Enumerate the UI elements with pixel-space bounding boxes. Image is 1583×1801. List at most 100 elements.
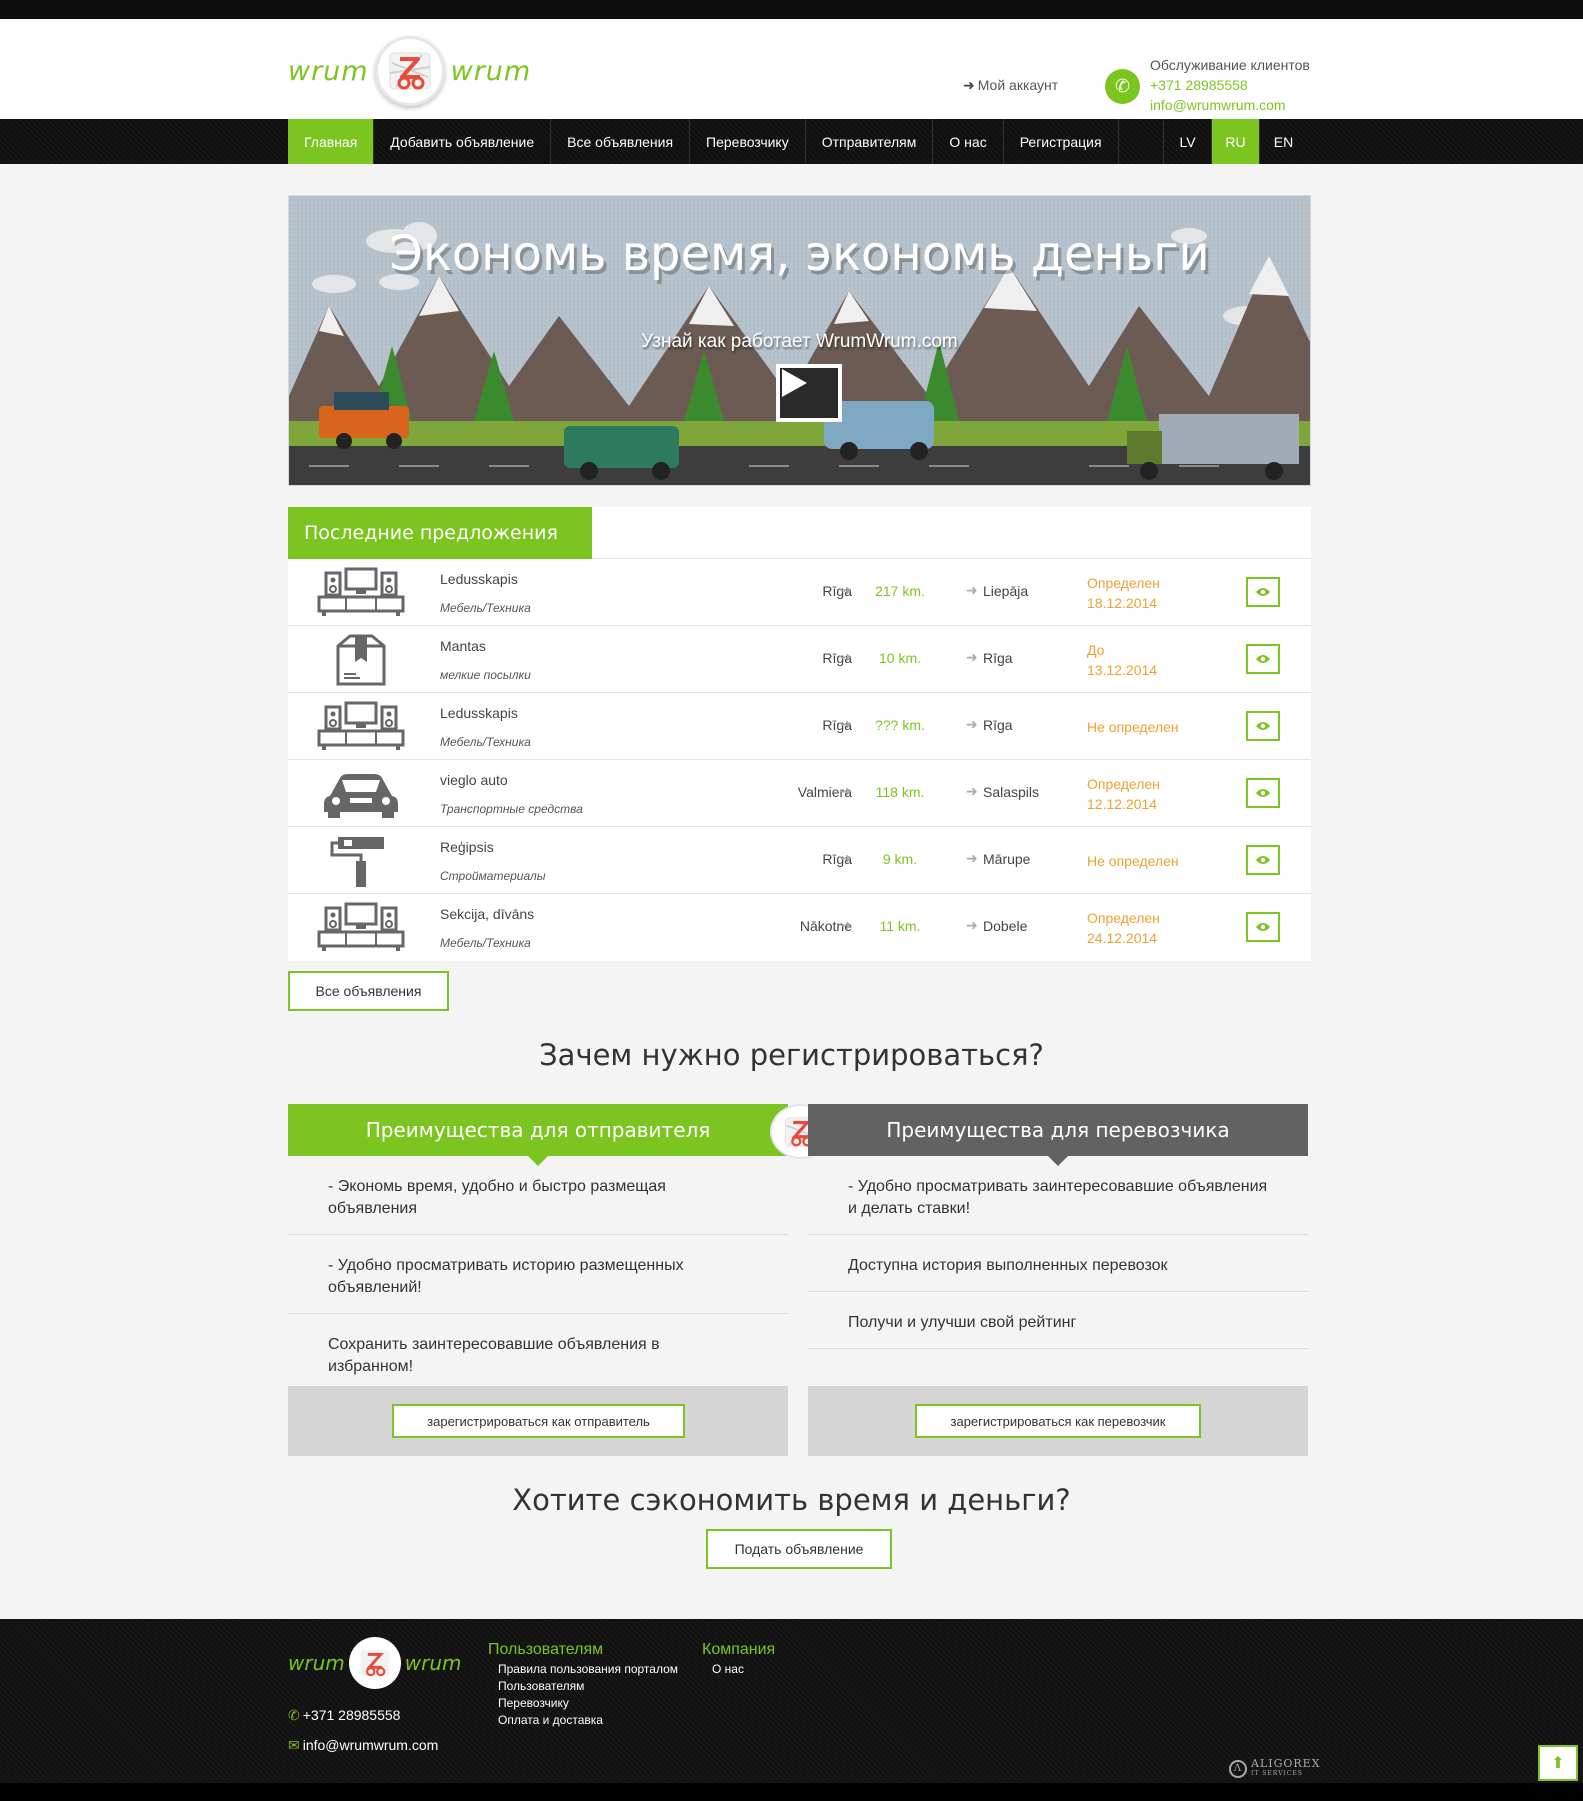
arrow-right-icon: ➜ — [966, 716, 978, 732]
footer-email-text: info@wrumwrum.com — [302, 1737, 439, 1753]
hero-title: Экономь время, экономь деньги — [389, 226, 1210, 282]
offer-row[interactable]: vieglo auto Транспортные средства Valmiera… — [288, 760, 1311, 827]
offer-row[interactable]: Ledusskapis Мебель/Техника Rīga ➜ 217 km. ➜ Li… — [288, 559, 1311, 626]
carrier-benefits: Преимущества для перевозчика - Удобно пр… — [808, 1104, 1308, 1456]
offer-category: Стройматериалы — [440, 869, 546, 883]
offer-distance: 118 km. — [875, 784, 925, 800]
footer-link[interactable]: Пользователям — [488, 1678, 678, 1695]
language-option[interactable]: LV — [1163, 119, 1211, 164]
sender-register-panel: зарегистрироваться как отправитель — [288, 1386, 788, 1456]
sender-benefit: Сохранить заинтересовавшие объявления в … — [288, 1314, 788, 1393]
view-offer-button[interactable] — [1246, 912, 1280, 942]
register-carrier-button[interactable]: зарегистрироваться как перевозчик — [915, 1404, 1201, 1438]
footer-link[interactable]: Оплата и доставка — [488, 1712, 678, 1729]
nav-item[interactable]: Отправителям — [806, 119, 934, 164]
all-ads-button[interactable]: Все объявления — [288, 971, 449, 1011]
view-offer-button[interactable] — [1246, 644, 1280, 674]
support-email[interactable]: info@wrumwrum.com — [1150, 95, 1310, 115]
nav-item[interactable]: Перевозчику — [690, 119, 806, 164]
offer-date-status: Определен — [1087, 575, 1160, 591]
phone-icon: ✆ — [288, 1707, 300, 1723]
offer-date-value: 24.12.2014 — [1087, 930, 1158, 946]
logo-word-left: wrum — [288, 1651, 345, 1675]
offer-name[interactable]: Ledusskapis — [440, 571, 518, 587]
offer-to: Dobele — [983, 918, 1028, 934]
offer-date-status: Определен — [1087, 910, 1160, 926]
latest-offers: Последние предложения Ledusskapis Мебель/… — [288, 507, 1311, 961]
arrow-right-icon: ➜ — [966, 783, 978, 799]
offer-date-status: Определен — [1087, 776, 1160, 792]
nav-item[interactable]: Добавить объявление — [374, 119, 552, 164]
offers-title: Последние предложения — [288, 507, 592, 559]
offer-distance: ??? km. — [875, 717, 925, 733]
offer-date-value: 18.12.2014 — [1087, 595, 1158, 611]
nav-item[interactable]: Главная — [288, 119, 375, 164]
language-option[interactable]: RU — [1211, 119, 1259, 164]
support-phone[interactable]: +371 28985558 — [1150, 75, 1310, 95]
offer-name[interactable]: Reģipsis — [440, 839, 494, 855]
site-logo[interactable]: wrum wrum — [288, 33, 540, 109]
view-offer-button[interactable] — [1246, 778, 1280, 808]
footer-link[interactable]: Перевозчику — [488, 1695, 678, 1712]
carrier-benefit: Получи и улучши свой рейтинг — [808, 1292, 1308, 1349]
scroll-to-top-button[interactable]: ⬆ — [1538, 1745, 1578, 1781]
language-switcher: LV RU EN — [1163, 119, 1307, 164]
footer-email[interactable]: ✉ info@wrumwrum.com — [288, 1737, 438, 1754]
hero-subtitle: Узнай как работает WrumWrum.com — [641, 331, 958, 352]
post-ad-button[interactable]: Подать объявление — [706, 1529, 892, 1569]
site-header: wrum wrum ➜ Мой аккаунт ✆ Обслуживание кл… — [0, 19, 1583, 119]
view-offer-button[interactable] — [1246, 845, 1280, 875]
language-option[interactable]: EN — [1259, 119, 1307, 164]
offer-row[interactable]: Reģipsis Стройматериалы Rīga ➜ 9 km. ➜ Mārupe Н… — [288, 827, 1311, 894]
footer-users-column: Пользователям Правила пользования портал… — [488, 1641, 678, 1729]
eye-icon — [1256, 789, 1270, 797]
arrow-right-icon: ➜ — [966, 649, 978, 665]
offer-row[interactable]: Ledusskapis Мебель/Техника Rīga ➜??? km. ➜ Rī… — [288, 693, 1311, 760]
play-video-button[interactable] — [776, 364, 842, 422]
offer-date: Не определен — [1087, 717, 1179, 737]
nav-item[interactable]: Все объявления — [551, 119, 691, 164]
register-sender-button[interactable]: зарегистрироваться как отправитель — [392, 1404, 685, 1438]
offer-name[interactable]: Sekcija, dīvāns — [440, 906, 534, 922]
offer-distance: 217 km. — [875, 583, 925, 599]
offer-category: Мебель/Техника — [440, 936, 531, 950]
developer-credit[interactable]: Λ ALIGOREX IT SERVICES — [1229, 1758, 1321, 1779]
offer-date-status: Не определен — [1087, 853, 1179, 869]
login-icon: ➜ — [963, 77, 975, 93]
offer-row[interactable]: Sekcija, dīvāns Мебель/Техника Nākotne ➜ 11 … — [288, 894, 1311, 961]
offer-date: Не определен — [1087, 851, 1179, 871]
footer-company-column: Компания О нас — [702, 1641, 775, 1678]
carrier-benefit: Доступна история выполненных перевозок — [808, 1235, 1308, 1292]
view-offer-button[interactable] — [1246, 577, 1280, 607]
nav-item[interactable]: Регистрация — [1004, 119, 1119, 164]
logo-map-icon — [348, 1637, 401, 1689]
eye-icon — [1256, 588, 1270, 596]
view-offer-button[interactable] — [1246, 711, 1280, 741]
aligorex-logo-icon: Λ — [1229, 1760, 1247, 1778]
site-footer: wrum wrum ✆ +371 28985558 ✉ info@wrumwrum.… — [0, 1619, 1583, 1801]
footer-logo[interactable]: wrum wrum — [288, 1637, 462, 1689]
footer-link[interactable]: Правила пользования порталом — [488, 1661, 678, 1678]
sender-benefit: - Удобно просматривать историю размещенн… — [288, 1235, 788, 1314]
arrow-up-icon: ⬆ — [1551, 1755, 1565, 1772]
offer-name[interactable]: vieglo auto — [440, 772, 508, 788]
footer-company-title: Компания — [702, 1641, 776, 1658]
arrow-right-icon: ➜ — [840, 850, 852, 866]
offer-name[interactable]: Mantas — [440, 638, 486, 654]
my-account-link[interactable]: ➜ Мой аккаунт — [963, 77, 1058, 94]
account-label: Мой аккаунт — [977, 77, 1059, 93]
logo-word-right: wrum — [404, 1651, 462, 1675]
offer-date: Определен 12.12.2014 — [1087, 774, 1160, 814]
footer-phone[interactable]: ✆ +371 28985558 — [288, 1707, 400, 1724]
footer-link[interactable]: О нас — [702, 1661, 775, 1678]
offer-distance: 11 km. — [879, 918, 921, 934]
car-icon — [316, 768, 406, 820]
offer-to: Rīga — [983, 650, 1013, 666]
nav-item[interactable]: О нас — [933, 119, 1004, 164]
offer-to: Liepāja — [983, 583, 1029, 599]
offer-name[interactable]: Ledusskapis — [440, 705, 518, 721]
arrow-right-icon: ➜ — [840, 716, 852, 732]
offer-category: Мебель/Техника — [440, 601, 531, 615]
offer-date-value: 13.12.2014 — [1087, 662, 1158, 678]
offer-row[interactable]: Mantas мелкие посылки Rīga ➜ 10 km. ➜ Rīga До 13… — [288, 626, 1311, 693]
